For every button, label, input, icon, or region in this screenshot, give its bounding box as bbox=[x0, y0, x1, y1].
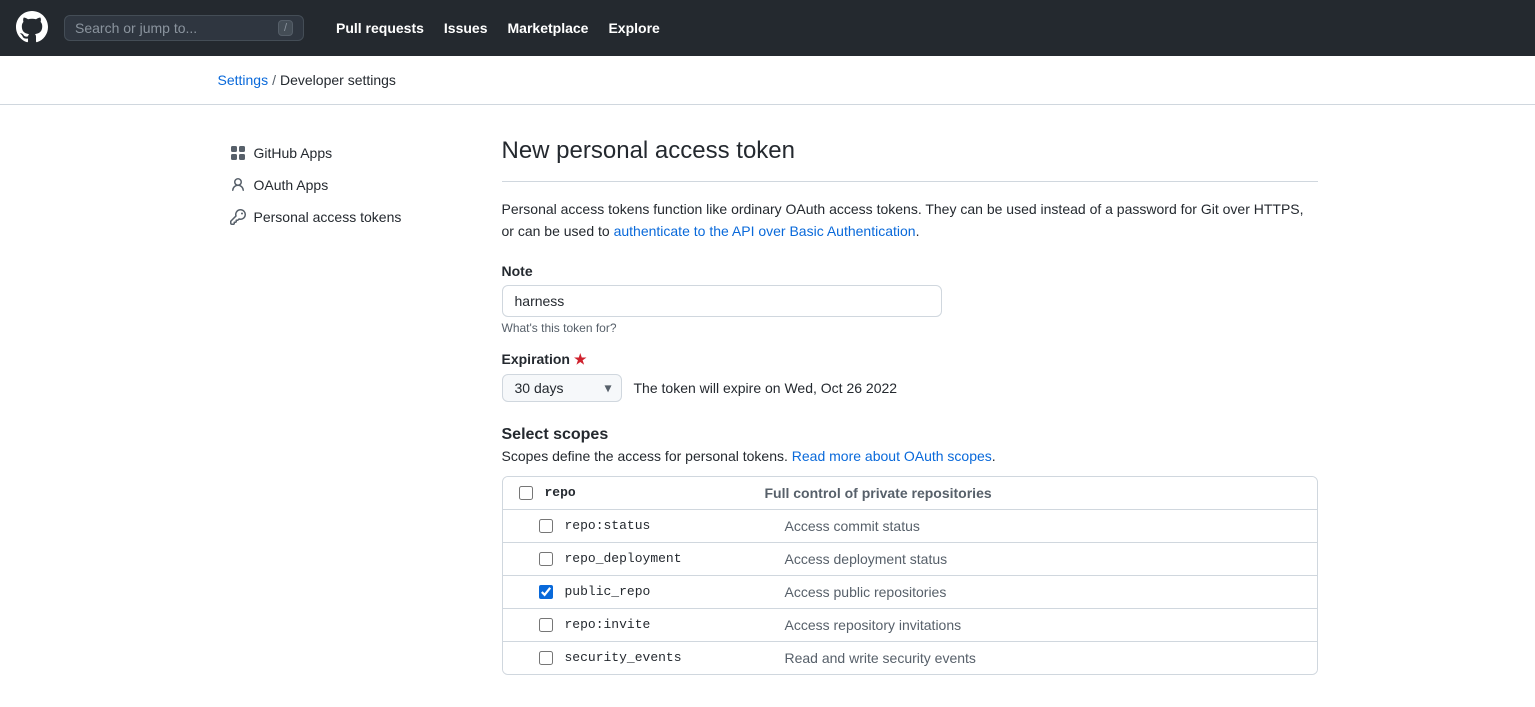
scopes-title: Select scopes bbox=[502, 426, 1318, 444]
expiration-row: 30 days 60 days 90 days Custom... ▾ The … bbox=[502, 374, 1318, 402]
search-kbd: / bbox=[278, 20, 293, 36]
scope-name-repo-invite: repo:invite bbox=[565, 617, 785, 632]
github-apps-item[interactable]: GitHub Apps bbox=[218, 137, 478, 169]
scopes-description: Scopes define the access for personal to… bbox=[502, 448, 1318, 464]
scope-checkbox-repo-invite[interactable] bbox=[539, 618, 553, 632]
key-icon bbox=[230, 209, 246, 225]
navbar: / Pull requests Issues Marketplace Explo… bbox=[0, 0, 1535, 56]
scope-row-repo-status: repo:status Access commit status bbox=[503, 510, 1317, 543]
settings-breadcrumb-link[interactable]: Settings bbox=[218, 72, 269, 88]
note-input[interactable] bbox=[502, 285, 942, 317]
note-group: Note What's this token for? bbox=[502, 263, 1318, 335]
main-container: GitHub Apps OAuth Apps Personal access t… bbox=[0, 105, 1535, 707]
scope-name-repo-status: repo:status bbox=[565, 518, 785, 533]
breadcrumb-bar: Settings / Developer settings bbox=[0, 56, 1535, 105]
scope-checkbox-repo[interactable] bbox=[519, 486, 533, 500]
github-logo[interactable] bbox=[16, 11, 48, 46]
scope-desc-public-repo: Access public repositories bbox=[785, 584, 947, 600]
scope-name-repo: repo bbox=[545, 485, 765, 500]
apps-icon bbox=[230, 145, 246, 161]
scope-row-repo-invite: repo:invite Access repository invitation… bbox=[503, 609, 1317, 642]
scope-row-security-events: security_events Read and write security … bbox=[503, 642, 1317, 674]
sidebar: GitHub Apps OAuth Apps Personal access t… bbox=[218, 137, 478, 675]
page-title: New personal access token bbox=[502, 137, 1318, 182]
scope-name-security-events: security_events bbox=[565, 650, 785, 665]
scope-row-repo-deployment: repo_deployment Access deployment status bbox=[503, 543, 1317, 576]
expiration-label: Expiration ★ bbox=[502, 351, 1318, 368]
expiration-label-text: Expiration bbox=[502, 351, 570, 367]
breadcrumb-current: Developer settings bbox=[280, 72, 396, 88]
scopes-table: repo Full control of private repositorie… bbox=[502, 476, 1318, 675]
scope-desc-repo-invite: Access repository invitations bbox=[785, 617, 962, 633]
scope-desc-security-events: Read and write security events bbox=[785, 650, 976, 666]
github-apps-label: GitHub Apps bbox=[254, 145, 333, 161]
basic-auth-link[interactable]: authenticate to the API over Basic Authe… bbox=[614, 223, 916, 239]
description-text-2: . bbox=[916, 223, 920, 239]
page-description: Personal access tokens function like ord… bbox=[502, 198, 1318, 243]
scope-name-repo-deployment: repo_deployment bbox=[565, 551, 785, 566]
explore-link[interactable]: Explore bbox=[600, 14, 667, 42]
person-icon bbox=[230, 177, 246, 193]
scope-desc-repo-deployment: Access deployment status bbox=[785, 551, 948, 567]
breadcrumb-separator: / bbox=[272, 72, 276, 88]
personal-access-tokens-label: Personal access tokens bbox=[254, 209, 402, 225]
oauth-apps-item[interactable]: OAuth Apps bbox=[218, 169, 478, 201]
note-label: Note bbox=[502, 263, 1318, 279]
scope-desc-repo: Full control of private repositories bbox=[765, 485, 992, 501]
expiration-group: Expiration ★ 30 days 60 days 90 days Cus… bbox=[502, 351, 1318, 402]
scopes-desc-text-2: . bbox=[992, 448, 996, 464]
search-bar[interactable]: / bbox=[64, 15, 304, 41]
expiration-note: The token will expire on Wed, Oct 26 202… bbox=[634, 380, 898, 396]
breadcrumb: Settings / Developer settings bbox=[218, 72, 1318, 88]
required-star: ★ bbox=[574, 351, 587, 368]
nav-links: Pull requests Issues Marketplace Explore bbox=[328, 14, 668, 42]
content: New personal access token Personal acces… bbox=[478, 137, 1318, 675]
scope-checkbox-repo-deployment[interactable] bbox=[539, 552, 553, 566]
note-hint: What's this token for? bbox=[502, 321, 1318, 335]
scope-checkbox-repo-status[interactable] bbox=[539, 519, 553, 533]
oauth-scopes-link[interactable]: Read more about OAuth scopes bbox=[792, 448, 992, 464]
scope-desc-repo-status: Access commit status bbox=[785, 518, 920, 534]
pull-requests-link[interactable]: Pull requests bbox=[328, 14, 432, 42]
scope-name-public-repo: public_repo bbox=[565, 584, 785, 599]
scope-checkbox-security-events[interactable] bbox=[539, 651, 553, 665]
scopes-desc-text-1: Scopes define the access for personal to… bbox=[502, 448, 792, 464]
main-inner: GitHub Apps OAuth Apps Personal access t… bbox=[218, 137, 1318, 675]
scope-row-public-repo: public_repo Access public repositories bbox=[503, 576, 1317, 609]
oauth-apps-label: OAuth Apps bbox=[254, 177, 329, 193]
scope-row-repo: repo Full control of private repositorie… bbox=[503, 477, 1317, 510]
marketplace-link[interactable]: Marketplace bbox=[500, 14, 597, 42]
scope-checkbox-public-repo[interactable] bbox=[539, 585, 553, 599]
issues-link[interactable]: Issues bbox=[436, 14, 496, 42]
personal-access-tokens-item[interactable]: Personal access tokens bbox=[218, 201, 478, 233]
expiration-select-wrapper: 30 days 60 days 90 days Custom... ▾ bbox=[502, 374, 622, 402]
expiration-select[interactable]: 30 days 60 days 90 days Custom... bbox=[502, 374, 622, 402]
search-input[interactable] bbox=[75, 20, 270, 36]
